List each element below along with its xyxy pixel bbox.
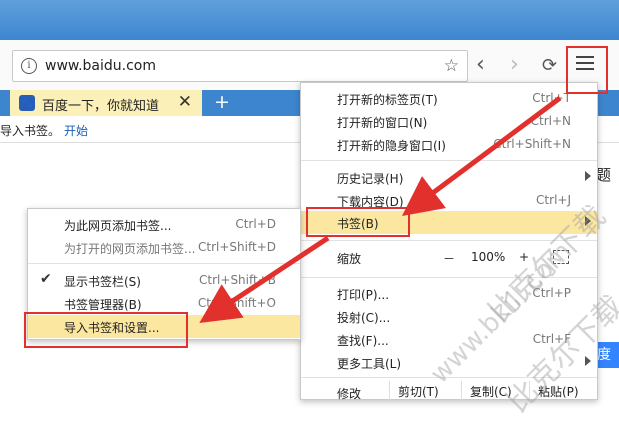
menu-item-cast[interactable]: 投射(C)... <box>301 305 597 328</box>
start-link[interactable]: 开始 <box>64 122 88 139</box>
submenu-separator <box>28 263 300 264</box>
menu-item-label: 修改 <box>337 387 362 401</box>
submenu-item-shortcut: Ctrl+Shift+O <box>197 296 276 310</box>
menu-item-label: 查找(F)... <box>337 334 389 348</box>
bookmark-star-icon[interactable]: ☆ <box>444 56 459 76</box>
baidu-paw-icon: 🐾 <box>19 95 35 111</box>
checkmark-icon: ✔ <box>40 271 52 287</box>
submenu-item-shortcut: Ctrl+Shift+D <box>198 240 276 254</box>
forward-icon[interactable]: › <box>510 52 519 77</box>
url-text[interactable]: www.baidu.com <box>45 58 156 74</box>
menu-item-label: 打印(P)... <box>337 288 390 302</box>
submenu-item-label: 为打开的网页添加书签... <box>64 242 196 256</box>
submenu-item-label: 书签管理器(B) <box>64 298 142 312</box>
menu-item-label: 历史记录(H) <box>337 172 404 186</box>
menu-item-incognito[interactable]: 打开新的隐身窗口(I) Ctrl+Shift+N <box>301 133 597 156</box>
annotation-box-menu-button <box>566 46 608 94</box>
tab-baidu[interactable]: 🐾 百度一下，你就知道 ✕ <box>10 90 202 116</box>
menu-separator <box>301 160 597 161</box>
close-icon[interactable]: ✕ <box>178 92 192 112</box>
menu-item-label: 打开新的窗口(N) <box>337 116 428 130</box>
menu-item-shortcut: Ctrl+Shift+N <box>493 137 571 151</box>
zoom-out-button[interactable]: － <box>443 250 455 267</box>
menu-item-label: 更多工具(L) <box>337 357 402 371</box>
submenu-item-bookmark-page[interactable]: 为此网页添加书签... Ctrl+D <box>28 213 300 236</box>
submenu-item-label: 为此网页添加书签... <box>64 219 172 233</box>
zoom-level: 100% <box>471 250 506 264</box>
back-icon[interactable]: ‹ <box>476 52 485 77</box>
submenu-item-bookmark-all[interactable]: 为打开的网页添加书签... Ctrl+Shift+D <box>28 236 300 259</box>
submenu-item-shortcut: Ctrl+D <box>235 217 276 231</box>
menu-item-new-window[interactable]: 打开新的窗口(N) Ctrl+N <box>301 110 597 133</box>
import-bookmarks-text: 导入书签。 <box>0 124 61 138</box>
menu-item-label: 投射(C)... <box>337 311 391 325</box>
menu-item-history[interactable]: 历史记录(H) <box>301 166 597 189</box>
submenu-item-shortcut: Ctrl+Shift+B <box>199 273 276 287</box>
address-bar[interactable]: i www.baidu.com ☆ <box>12 50 468 82</box>
search-button-fragment[interactable]: 度一 <box>597 342 619 389</box>
new-tab-icon[interactable]: + <box>214 91 230 113</box>
info-icon[interactable]: i <box>21 58 37 74</box>
annotation-box-import <box>24 312 188 348</box>
tab-title: 百度一下，你就知道 <box>42 99 160 114</box>
page-text-fragment: 题 <box>596 166 612 184</box>
menu-item-label: 缩放 <box>337 252 362 266</box>
window-titlebar <box>0 0 619 40</box>
annotation-box-bookmarks <box>306 207 410 237</box>
menu-item-label: 打开新的隐身窗口(I) <box>337 139 446 153</box>
submenu-item-show-bookmarks-bar[interactable]: ✔ 显示书签栏(S) Ctrl+Shift+B <box>28 269 300 292</box>
reload-icon[interactable]: ⟳ <box>542 55 557 76</box>
menu-item-shortcut: Ctrl+J <box>536 193 571 207</box>
submenu-item-label: 显示书签栏(S) <box>64 275 141 289</box>
menu-item-new-tab[interactable]: 打开新的标签页(T) Ctrl+T <box>301 87 597 110</box>
menu-item-label: 打开新的标签页(T) <box>337 93 438 107</box>
submenu-arrow-icon <box>585 171 591 181</box>
menu-item-shortcut: Ctrl+N <box>530 114 571 128</box>
